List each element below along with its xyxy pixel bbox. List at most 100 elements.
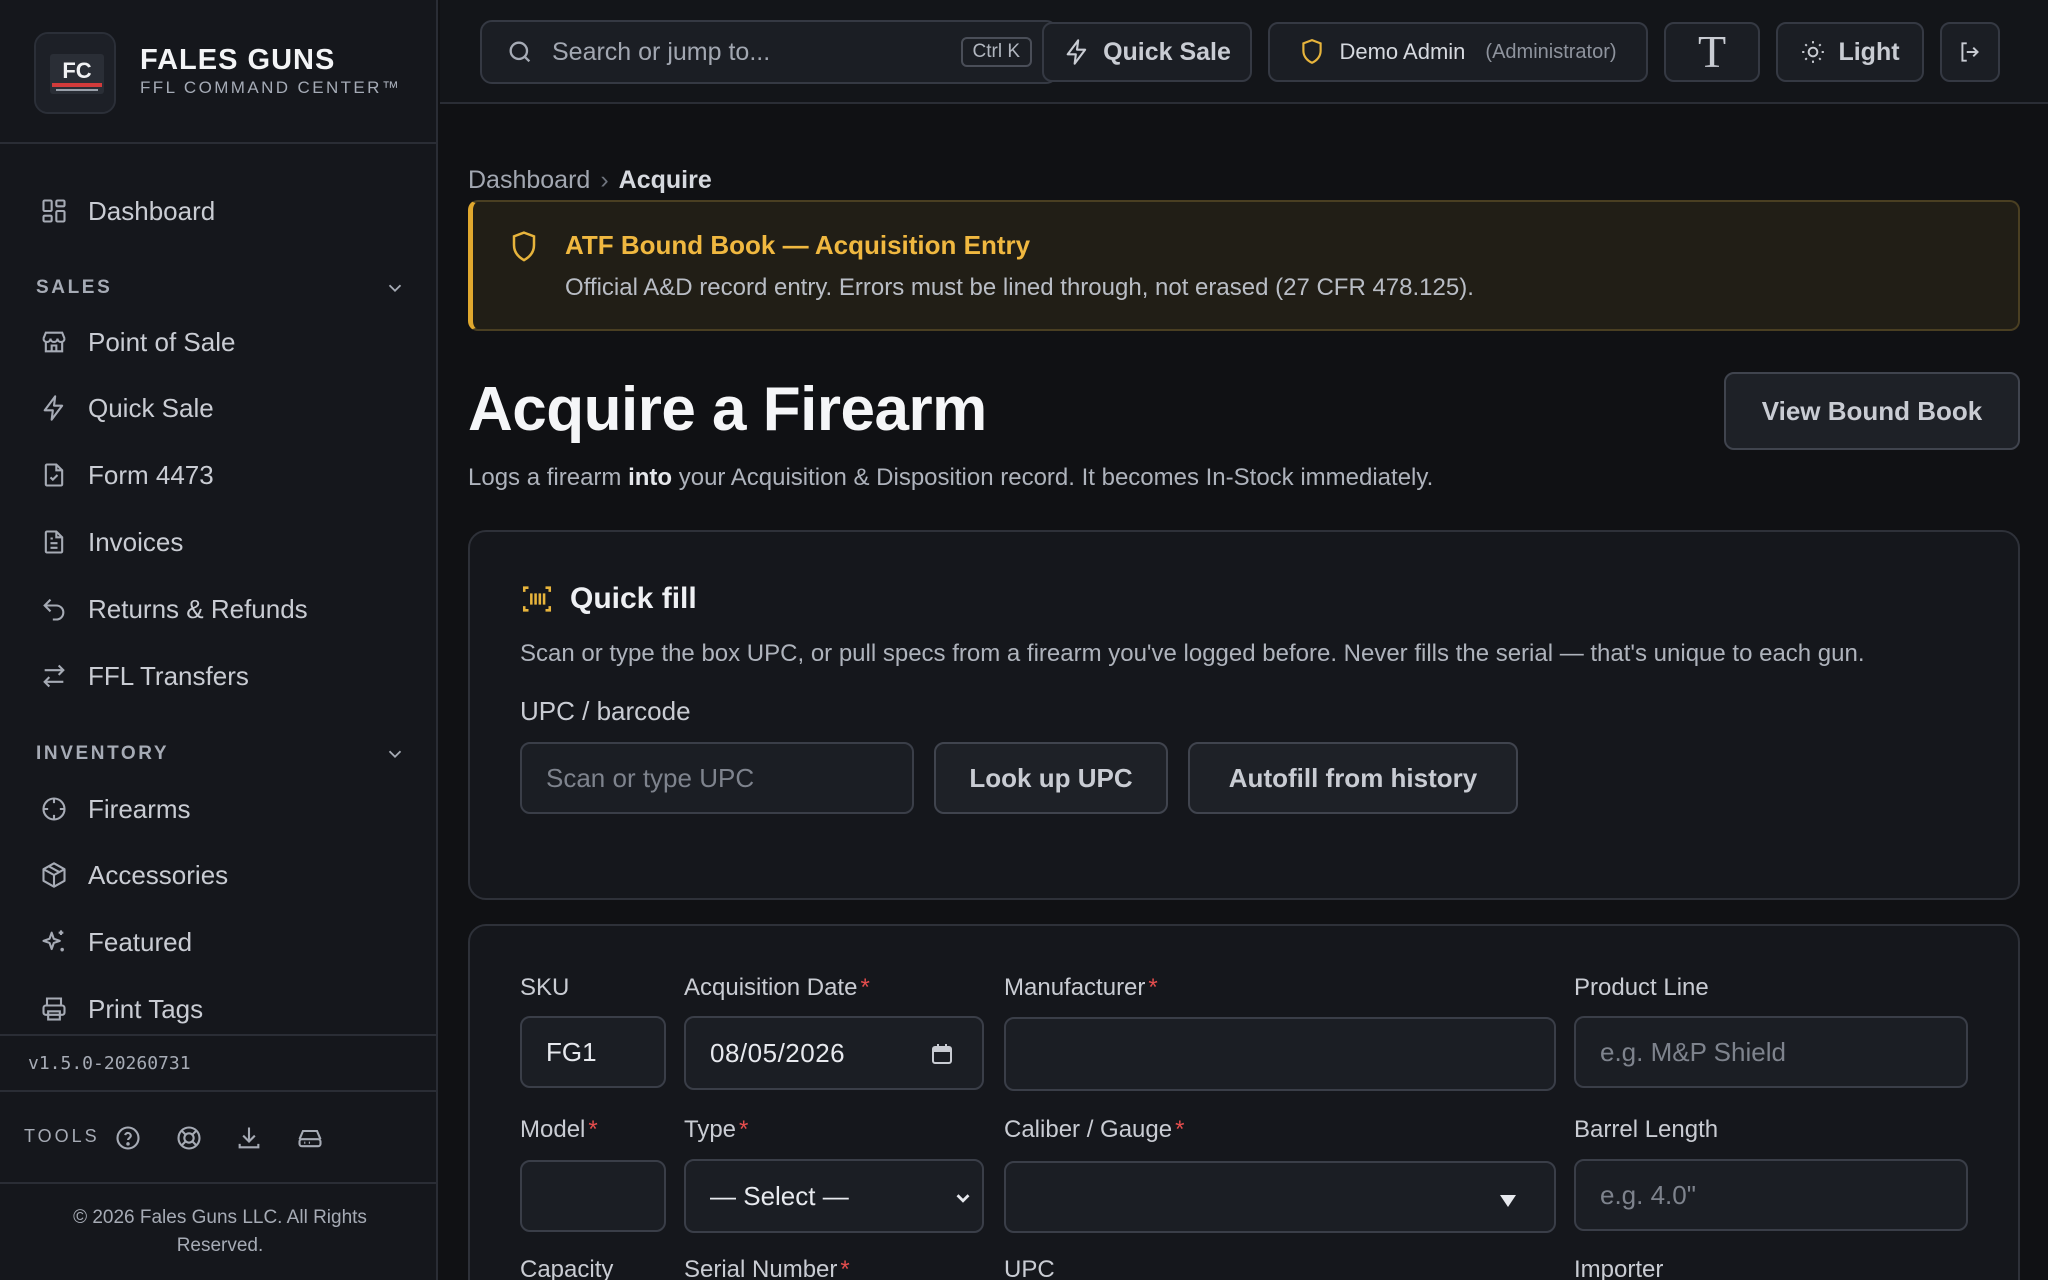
sidebar-item-label: Invoices	[88, 526, 184, 557]
importer-label-text: Importer	[1574, 1256, 1664, 1280]
importer-label: Importer	[1574, 1256, 1663, 1280]
lightning-icon	[40, 394, 68, 422]
sidebar-item-accessories[interactable]: Accessories	[24, 847, 412, 903]
sidebar-item-returns-refunds[interactable]: Returns & Refunds	[24, 581, 412, 637]
page-subtitle-pre: Logs a firearm	[468, 464, 629, 491]
view-bound-book-button[interactable]: View Bound Book	[1724, 372, 2020, 450]
user-menu-button[interactable]: Demo Admin (Administrator)	[1268, 22, 1648, 82]
crosshair-icon	[40, 795, 68, 823]
text-icon: T	[1697, 26, 1727, 77]
upc-barcode-input[interactable]: Scan or type UPC	[520, 742, 914, 814]
required-mark: *	[739, 1116, 749, 1143]
logout-button[interactable]	[1940, 22, 2000, 82]
page-title: Acquire a Firearm	[468, 375, 987, 444]
user-name: Demo Admin	[1339, 39, 1466, 64]
sidebar-item-dashboard[interactable]: Dashboard	[24, 183, 412, 239]
type-label-text: Type	[684, 1116, 737, 1143]
barcode-scan-icon	[520, 582, 554, 616]
brand-header: FC FALES GUNS FFL COMMAND CENTER™	[0, 0, 436, 144]
chevron-down-icon	[384, 743, 406, 765]
product-line-field[interactable]: e.g. M&P Shield	[1574, 1016, 1968, 1088]
sidebar-item-label: Accessories	[88, 859, 229, 890]
sidebar-item-label: Firearms	[88, 793, 191, 824]
section-label: INVENTORY	[36, 743, 170, 764]
quick-fill-title: Quick fill	[570, 582, 697, 615]
search-input[interactable]: Search or jump to... Ctrl K	[480, 20, 1058, 84]
required-mark: *	[1148, 974, 1158, 1001]
font-size-toggle[interactable]: T	[1664, 22, 1760, 82]
brand-logo[interactable]: FC	[34, 32, 116, 114]
type-select[interactable]: — Select —	[684, 1159, 984, 1233]
breadcrumb-separator: ›	[600, 166, 609, 194]
sidebar-item-form-4473[interactable]: Form 4473	[24, 447, 412, 503]
model-field[interactable]	[520, 1160, 666, 1232]
logo-text: FC	[62, 58, 91, 83]
chevron-down-icon	[952, 1187, 974, 1209]
look-up-upc-button[interactable]: Look up UPC	[934, 742, 1168, 814]
product-line-placeholder: e.g. M&P Shield	[1600, 1036, 1786, 1067]
tools-bar: TOOLS	[0, 1092, 436, 1184]
manufacturer-field[interactable]	[1004, 1017, 1556, 1091]
capacity-label: Capacity	[520, 1256, 613, 1280]
calendar-icon[interactable]	[930, 1042, 954, 1066]
sidebar-item-label: Returns & Refunds	[88, 593, 308, 624]
sidebar-item-label: Print Tags	[88, 993, 204, 1024]
shield-icon	[509, 230, 539, 264]
sparkles-icon	[40, 928, 68, 956]
sku-field[interactable]: FG1	[520, 1016, 666, 1088]
breadcrumb: Dashboard › Acquire	[468, 166, 712, 195]
sidebar-item-ffl-transfers[interactable]: FFL Transfers	[24, 648, 412, 704]
page-subtitle-post: your Acquisition & Disposition record. I…	[672, 464, 1434, 491]
lifebuoy-icon[interactable]	[171, 1120, 207, 1156]
sidebar-item-label: Dashboard	[88, 195, 216, 226]
sidebar-item-label: FFL Transfers	[88, 660, 249, 691]
notice-body: Official A&D record entry. Errors must b…	[565, 274, 1474, 301]
dashboard-icon	[40, 197, 68, 225]
version-label: v1.5.0-20260731	[28, 1053, 191, 1074]
sun-icon	[1800, 39, 1826, 65]
shield-icon	[1299, 38, 1325, 66]
sidebar-section-inventory[interactable]: INVENTORY	[36, 739, 406, 769]
brand-subtitle: FFL COMMAND CENTER™	[140, 78, 402, 97]
file-text-icon	[40, 528, 68, 556]
breadcrumb-current: Acquire	[618, 166, 712, 194]
help-icon[interactable]	[110, 1120, 146, 1156]
barrel-length-field[interactable]: e.g. 4.0"	[1574, 1159, 1968, 1231]
caliber-label: Caliber / Gauge *	[1004, 1116, 1184, 1144]
sidebar-item-point-of-sale[interactable]: Point of Sale	[24, 314, 412, 370]
sidebar-item-label: Featured	[88, 926, 193, 957]
autofill-history-button[interactable]: Autofill from history	[1188, 742, 1518, 814]
acquisition-form-card: SKU Acquisition Date * Manufacturer * Prod…	[468, 924, 2020, 1280]
acquisition-date-label-text: Acquisition Date	[684, 974, 858, 1001]
acquisition-date-label: Acquisition Date *	[684, 974, 870, 1002]
notice-title: ATF Bound Book — Acquisition Entry	[565, 230, 1031, 260]
breadcrumb-dashboard-link[interactable]: Dashboard	[468, 166, 590, 195]
theme-label: Light	[1838, 37, 1900, 66]
sidebar-item-quick-sale[interactable]: Quick Sale	[24, 380, 412, 436]
theme-toggle-button[interactable]: Light	[1776, 22, 1924, 82]
hard-drive-icon[interactable]	[292, 1120, 328, 1156]
caliber-select[interactable]	[1004, 1161, 1556, 1233]
tools-label: TOOLS	[24, 1126, 100, 1146]
quick-sale-button[interactable]: Quick Sale	[1042, 22, 1252, 82]
required-mark: *	[1175, 1116, 1185, 1143]
copyright: © 2026 Fales Guns LLC. All Rights Reserv…	[73, 1207, 367, 1256]
acquisition-date-value: 08/05/2026	[710, 1037, 846, 1068]
box-icon	[40, 861, 68, 889]
serial-number-label-text: Serial Number	[684, 1256, 838, 1280]
upc-barcode-label: UPC / barcode	[520, 696, 691, 726]
sidebar-item-firearms[interactable]: Firearms	[24, 781, 412, 837]
undo-icon	[40, 595, 68, 623]
upc-label-text: UPC	[1004, 1256, 1055, 1280]
sidebar-section-sales[interactable]: SALES	[36, 273, 406, 303]
upc-barcode-placeholder: Scan or type UPC	[546, 762, 755, 793]
quick-sale-label: Quick Sale	[1103, 37, 1231, 66]
required-mark: *	[840, 1256, 850, 1280]
atf-notice-banner: ATF Bound Book — Acquisition Entry Offic…	[468, 200, 2020, 331]
acquisition-date-field[interactable]: 08/05/2026	[684, 1016, 984, 1090]
sku-label-text: SKU	[520, 974, 570, 1001]
sidebar-item-featured[interactable]: Featured	[24, 914, 412, 970]
sidebar-item-invoices[interactable]: Invoices	[24, 514, 412, 570]
sidebar-item-print-tags[interactable]: Print Tags	[24, 981, 412, 1037]
download-icon[interactable]	[231, 1120, 267, 1156]
